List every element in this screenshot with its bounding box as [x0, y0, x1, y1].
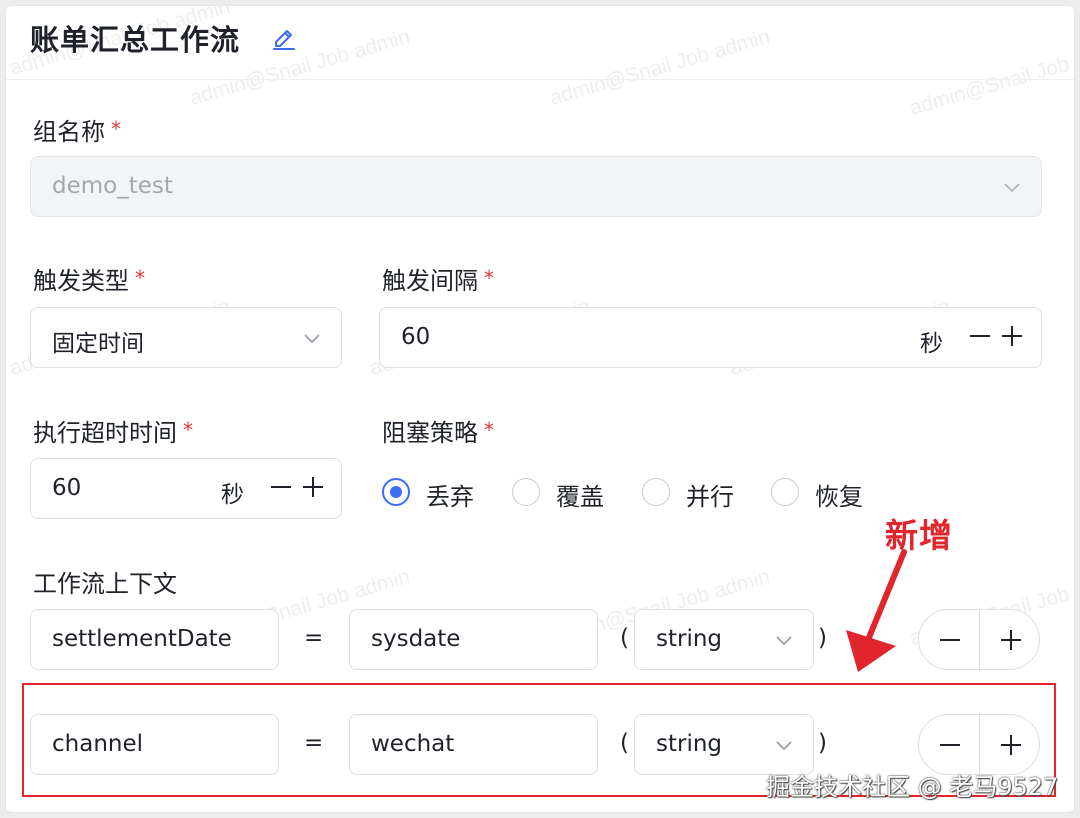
- trigger-interval-label: 触发间隔 *: [382, 261, 494, 296]
- exec-timeout-value: 60: [52, 475, 82, 501]
- chevron-down-icon: [776, 636, 792, 646]
- required-mark: *: [135, 266, 145, 290]
- context-label: 工作流上下文: [33, 570, 177, 598]
- group-name-label: 组名称 *: [33, 112, 121, 147]
- radio-circle-icon: [382, 478, 410, 506]
- context-key-value: settlementDate: [52, 626, 232, 652]
- trigger-type-label: 触发类型 *: [33, 261, 145, 296]
- block-strategy-label: 阻塞策略 *: [382, 413, 494, 448]
- chevron-down-icon: [1004, 183, 1020, 193]
- context-value-value: sysdate: [371, 626, 461, 652]
- equals-sign: =: [304, 625, 324, 651]
- block-strategy-label-text: 阻塞策略: [382, 419, 478, 447]
- trigger-type-label-text: 触发类型: [33, 267, 129, 295]
- plus-icon[interactable]: [298, 472, 328, 502]
- required-mark: *: [484, 266, 494, 290]
- plus-icon: [1001, 630, 1021, 650]
- radio-circle-icon: [771, 478, 799, 506]
- exec-timeout-label-text: 执行超时时间: [33, 419, 177, 447]
- unit-label: 秒: [920, 331, 943, 357]
- radio-circle-icon: [642, 478, 670, 506]
- required-mark: *: [183, 418, 193, 442]
- footer-watermark: 掘金技术社区 @ 老马9527: [766, 773, 1059, 801]
- open-paren: (: [620, 625, 629, 651]
- group-name-value: demo_test: [52, 173, 173, 199]
- context-value-input[interactable]: sysdate: [349, 609, 598, 670]
- card-header: 账单汇总工作流: [6, 6, 1074, 80]
- radio-label: 覆盖: [556, 483, 604, 511]
- chevron-down-icon: [304, 334, 320, 344]
- context-row-actions: [918, 609, 1040, 670]
- minus-icon[interactable]: [266, 472, 296, 502]
- context-type-select[interactable]: string: [634, 609, 814, 670]
- context-key-input[interactable]: settlementDate: [30, 609, 279, 670]
- context-type-value: string: [656, 626, 723, 652]
- trigger-interval-input[interactable]: 60 秒: [379, 307, 1042, 368]
- trigger-interval-value: 60: [401, 324, 431, 350]
- trigger-type-value: 固定时间: [52, 331, 144, 357]
- minus-icon[interactable]: [965, 321, 995, 351]
- page-title: 账单汇总工作流: [30, 23, 241, 57]
- unit-label: 秒: [221, 482, 244, 508]
- required-mark: *: [484, 418, 494, 442]
- radio-label: 恢复: [815, 483, 863, 511]
- plus-icon[interactable]: [997, 321, 1027, 351]
- required-mark: *: [111, 117, 121, 141]
- trigger-interval-label-text: 触发间隔: [382, 267, 478, 295]
- edit-icon[interactable]: [270, 23, 298, 51]
- radio-label: 丢弃: [426, 483, 474, 511]
- group-name-select[interactable]: demo_test: [30, 156, 1042, 217]
- close-paren: ): [818, 625, 827, 651]
- annotation-arrow-icon: [846, 549, 907, 672]
- radio-label: 并行: [686, 483, 734, 511]
- radio-circle-icon: [512, 478, 540, 506]
- minus-icon: [940, 639, 960, 641]
- group-name-label-text: 组名称: [33, 118, 105, 146]
- exec-timeout-input[interactable]: 60 秒: [30, 458, 342, 519]
- add-row-button[interactable]: [979, 610, 1040, 669]
- trigger-type-select[interactable]: 固定时间: [30, 307, 342, 368]
- remove-row-button[interactable]: [919, 610, 980, 669]
- exec-timeout-label: 执行超时时间 *: [33, 413, 193, 448]
